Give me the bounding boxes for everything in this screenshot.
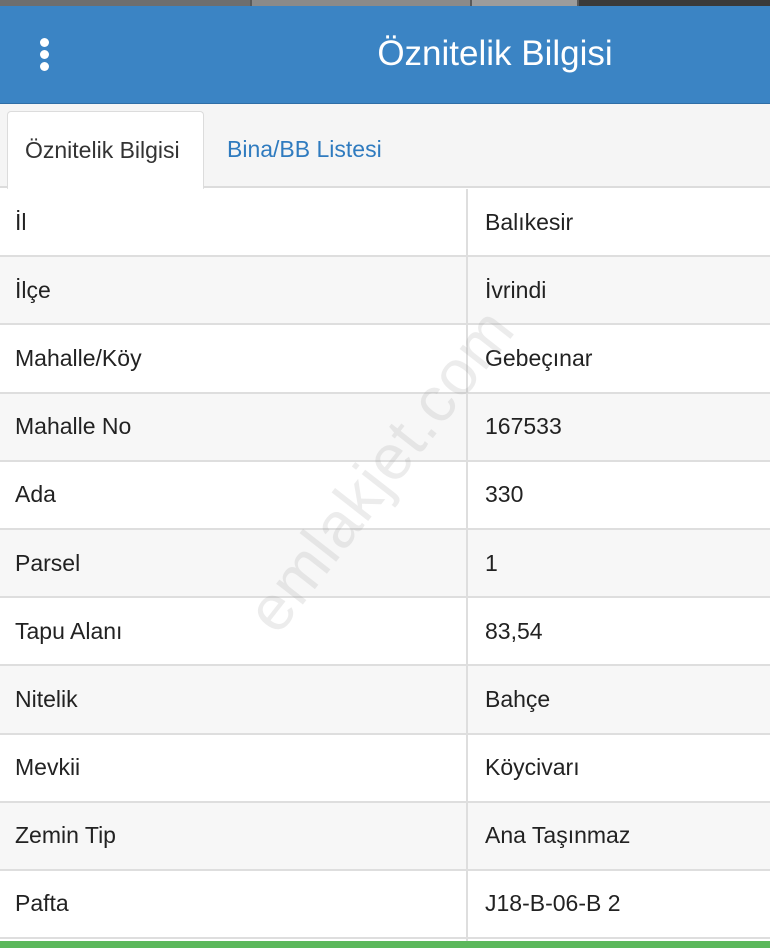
attribute-value: Ana Taşınmaz [485, 822, 631, 849]
attribute-value: Gebeçınar [485, 344, 593, 371]
table-row: Mahalle No 167533 [0, 393, 770, 462]
attribute-key: İlçe [15, 276, 51, 303]
footer-bar [0, 941, 770, 948]
table-row: Parsel 1 [0, 529, 770, 599]
attribute-key: Mahalle/Köy [15, 344, 142, 371]
attribute-value: 330 [485, 481, 524, 508]
app-header: Öznitelik Bilgisi [0, 6, 770, 104]
attribute-value: Köycivarı [485, 754, 580, 781]
table-row: Zemin Tip Ana Taşınmaz [0, 802, 770, 871]
more-vertical-icon[interactable] [24, 26, 68, 82]
attribute-value: 167533 [485, 413, 562, 440]
attribute-key: Nitelik [15, 685, 78, 712]
table-row: İlçe İvrindi [0, 257, 770, 326]
table-row: Mahalle/Köy Gebeçınar [0, 325, 770, 394]
table-row: Pafta J18-B-06-B 2 [0, 870, 770, 940]
attribute-key: Ada [15, 481, 56, 508]
column-divider [466, 189, 468, 941]
attribute-value: J18-B-06-B 2 [485, 890, 621, 917]
attribute-key: İl [15, 208, 27, 235]
table-row: Nitelik Bahçe [0, 666, 770, 735]
attribute-value: 1 [485, 549, 498, 576]
page-title: Öznitelik Bilgisi [377, 34, 613, 73]
attribute-key: Mevkii [15, 754, 81, 781]
attribute-key: Tapu Alanı [15, 617, 123, 644]
attribute-key: Zemin Tip [15, 822, 116, 849]
tab-bar: Öznitelik Bilgisi Bina/BB Listesi [0, 104, 770, 190]
attribute-key: Pafta [15, 890, 69, 917]
table-row: Ada 330 [0, 461, 770, 530]
tab-oznitelik-bilgisi[interactable]: Öznitelik Bilgisi [7, 111, 204, 190]
attribute-value: 83,54 [485, 617, 543, 644]
table-row: Mevkii Köycivarı [0, 734, 770, 803]
attribute-value: İvrindi [485, 276, 547, 303]
attribute-value: Bahçe [485, 685, 551, 712]
table-row: Tapu Alanı 83,54 [0, 598, 770, 667]
tab-bina-bb-listesi[interactable]: Bina/BB Listesi [210, 111, 399, 190]
attribute-key: Parsel [15, 549, 81, 576]
attribute-value: Balıkesir [485, 208, 574, 235]
attribute-key: Mahalle No [15, 413, 132, 440]
attribute-table: İl Balıkesir İlçe İvrindi Mahalle/Köy Ge… [0, 189, 770, 940]
table-row: İl Balıkesir [0, 189, 770, 258]
